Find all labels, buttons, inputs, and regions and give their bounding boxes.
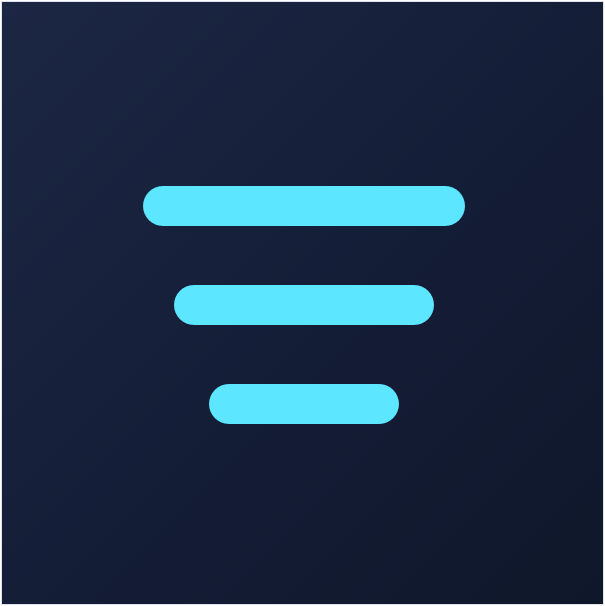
filter-bar-middle bbox=[174, 285, 434, 325]
filter-bar-top bbox=[143, 186, 465, 226]
filter-bar-bottom bbox=[209, 384, 399, 424]
filter-icon bbox=[2, 2, 605, 606]
app-icon-tile bbox=[1, 1, 604, 605]
